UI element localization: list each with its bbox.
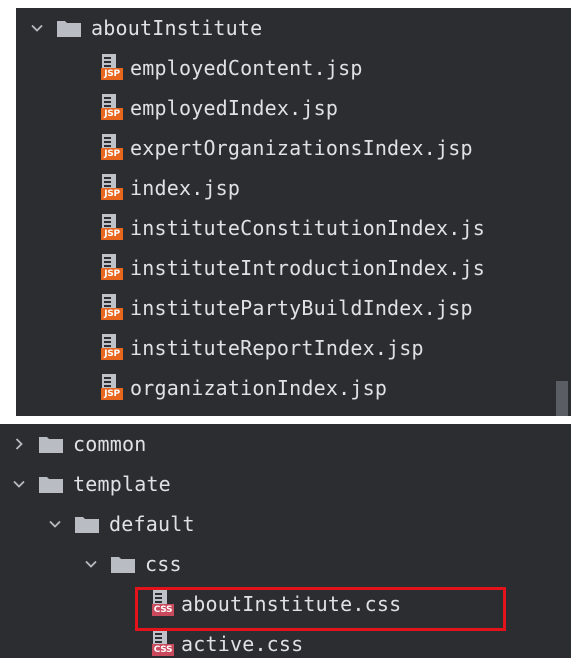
- tree-folder-label: common: [73, 432, 147, 456]
- tree-file-item[interactable]: JSP employedContent.jsp: [16, 48, 571, 88]
- tree-file-item[interactable]: JSP employedIndex.jsp: [16, 88, 571, 128]
- tree-folder-common[interactable]: common: [0, 424, 571, 464]
- chevron-down-icon[interactable]: [44, 513, 66, 535]
- folder-icon: [57, 21, 81, 37]
- tree-file-label: active.css: [181, 632, 304, 656]
- tree-file-item[interactable]: JSP institutePartyBuildIndex.jsp: [16, 288, 571, 328]
- tree-file-item[interactable]: JSP organizationIndex.jsp: [16, 368, 571, 408]
- tree-folder-default[interactable]: default: [0, 504, 571, 544]
- jsp-file-icon: JSP: [101, 294, 123, 322]
- tree-folder-label: aboutInstitute: [91, 16, 263, 40]
- chevron-down-icon[interactable]: [26, 17, 48, 39]
- tree-file-label: expertOrganizationsIndex.jsp: [130, 136, 473, 160]
- tree-file-label: employedIndex.jsp: [130, 96, 339, 120]
- folder-icon: [39, 477, 63, 493]
- tree-file-label: instituteIntroductionIndex.js: [130, 256, 485, 280]
- tree-file-label: instituteConstitutionIndex.js: [130, 216, 485, 240]
- tree-folder-label: css: [145, 552, 182, 576]
- chevron-right-icon[interactable]: [8, 433, 30, 455]
- tree-file-item[interactable]: JSP instituteIntroductionIndex.js: [16, 248, 571, 288]
- chevron-down-icon[interactable]: [80, 553, 102, 575]
- jsp-file-icon: JSP: [101, 54, 123, 82]
- jsp-file-icon: JSP: [101, 174, 123, 202]
- tree-file-label: organizationIndex.jsp: [130, 376, 388, 400]
- folder-icon: [39, 437, 63, 453]
- tree-file-item[interactable]: JSP index.jsp: [16, 168, 571, 208]
- tree-file-label: employedContent.jsp: [130, 56, 363, 80]
- project-tree-top: aboutInstitute JSP employedContent.jsp J…: [16, 8, 571, 416]
- tree-folder-label: template: [73, 472, 171, 496]
- tree-folder-label: default: [109, 512, 195, 536]
- jsp-file-icon: JSP: [101, 214, 123, 242]
- highlight-box: [135, 587, 506, 631]
- tree-folder-css[interactable]: css: [0, 544, 571, 584]
- tree-file-item[interactable]: JSP instituteReportIndex.jsp: [16, 328, 571, 368]
- tree-folder-aboutinstitute[interactable]: aboutInstitute: [16, 8, 571, 48]
- tree-file-item[interactable]: JSP instituteConstitutionIndex.js: [16, 208, 571, 248]
- tree-folder-template[interactable]: template: [0, 464, 571, 504]
- tree-file-label: instituteReportIndex.jsp: [130, 336, 424, 360]
- tree-file-label: index.jsp: [130, 176, 241, 200]
- scrollbar-thumb[interactable]: [556, 381, 568, 416]
- jsp-file-icon: JSP: [101, 334, 123, 362]
- jsp-file-icon: JSP: [101, 374, 123, 402]
- jsp-file-icon: JSP: [101, 94, 123, 122]
- folder-icon: [111, 557, 135, 573]
- tree-file-item[interactable]: JSP expertOrganizationsIndex.jsp: [16, 128, 571, 168]
- chevron-down-icon[interactable]: [8, 473, 30, 495]
- tree-file-label: institutePartyBuildIndex.jsp: [130, 296, 473, 320]
- folder-icon: [75, 517, 99, 533]
- jsp-file-icon: JSP: [101, 134, 123, 162]
- jsp-file-icon: JSP: [101, 254, 123, 282]
- css-file-icon: CSS: [152, 630, 174, 658]
